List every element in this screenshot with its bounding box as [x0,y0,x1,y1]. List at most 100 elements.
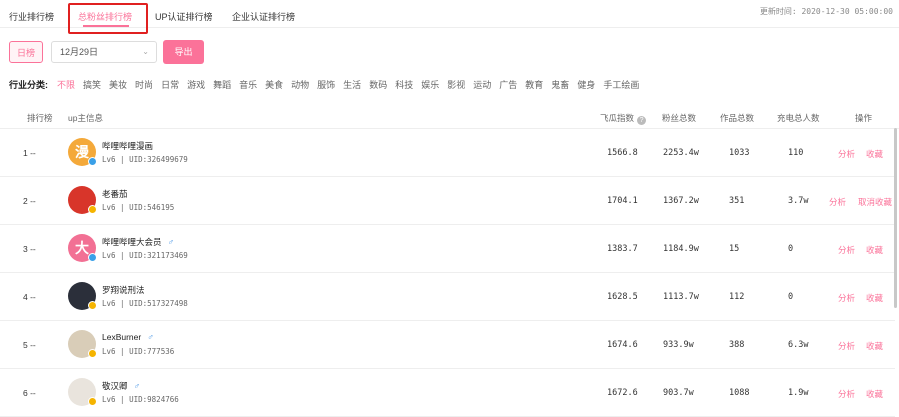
analyze-link[interactable]: 分析 [838,340,855,352]
scrollbar[interactable] [894,128,897,308]
date-select-value: 12月29日 [60,47,99,57]
header-feigua-index: 飞瓜指数? [600,112,647,125]
category-item[interactable]: 服饰 [317,78,335,91]
header-up-info: up主信息 [68,113,103,123]
table-row: 5 -- LexBurner ♂ Lv6 | UID:777536 1674.6 933.… [0,320,895,369]
category-item[interactable]: 生活 [343,78,361,91]
rank-value: 2 -- [23,196,36,206]
up-name[interactable]: 敬汉卿 ♂ [102,380,140,392]
tab-total-fans-ranking[interactable]: 总粉丝排行榜 [78,10,132,23]
feigua-index-value: 1704.1 [607,196,638,206]
up-name[interactable]: LexBurner ♂ [102,332,154,342]
works-value: 112 [729,292,745,302]
verified-badge-icon [88,397,97,406]
favorite-link[interactable]: 收藏 [866,340,883,352]
category-item[interactable]: 时尚 [135,78,153,91]
fans-value: 1367.2w [663,196,699,206]
verified-badge-icon [88,157,97,166]
category-item[interactable]: 手工绘画 [603,78,639,91]
category-label: 行业分类: [9,80,48,90]
header-charge: 充电总人数 [777,113,820,123]
category-item[interactable]: 科技 [395,78,413,91]
up-level-uid: Lv6 | UID:321173469 [102,251,188,260]
export-button[interactable]: 导出 [163,40,204,64]
category-item[interactable]: 日常 [161,78,179,91]
category-item[interactable]: 动物 [291,78,309,91]
category-item[interactable]: 舞蹈 [213,78,231,91]
up-name-text: LexBurner [102,332,142,342]
tab-up-certified-ranking[interactable]: UP认证排行榜 [155,10,213,23]
up-name-text: 敬汉卿 [102,381,128,391]
favorite-link[interactable]: 收藏 [866,148,883,160]
category-item[interactable]: 搞笑 [83,78,101,91]
table-row: 2 -- 老番茄 Lv6 | UID:546195 1704.1 1367.2w 351 3… [0,176,895,225]
category-item[interactable]: 游戏 [187,78,205,91]
analyze-link[interactable]: 分析 [838,148,855,160]
tab-industry-ranking[interactable]: 行业排行榜 [9,10,54,23]
category-item[interactable]: 美妆 [109,78,127,91]
fans-value: 903.7w [663,388,694,398]
charge-value: 6.3w [788,340,809,350]
daily-ranking-button[interactable]: 日榜 [9,41,43,63]
help-icon[interactable]: ? [637,116,647,125]
rank-value: 1 -- [23,148,36,158]
rank-value: 6 -- [23,388,36,398]
rank-value: 3 -- [23,244,36,254]
header-feigua-label: 飞瓜指数 [600,113,635,123]
date-select[interactable]: 12月29日 ⌄ [51,41,157,63]
up-name[interactable]: 哔哩哔哩大会员 ♂ [102,236,174,248]
up-name[interactable]: 罗翔说刑法 [102,284,145,296]
rank-value: 5 -- [23,340,36,350]
analyze-link[interactable]: 分析 [838,388,855,400]
category-item[interactable]: 音乐 [239,78,257,91]
table-row: 6 -- 敬汉卿 ♂ Lv6 | UID:9824766 1672.6 903.7w 108… [0,368,895,417]
verified-badge-icon [88,301,97,310]
up-name[interactable]: 哔哩哔哩漫画 [102,140,153,152]
category-item[interactable]: 美食 [265,78,283,91]
works-value: 351 [729,196,745,206]
male-gender-icon: ♂ [167,237,175,247]
male-gender-icon: ♂ [147,332,154,342]
favorite-link[interactable]: 收藏 [866,292,883,304]
charge-value: 1.9w [788,388,809,398]
favorite-link[interactable]: 收藏 [866,244,883,256]
analyze-link[interactable]: 分析 [829,196,846,208]
category-item[interactable]: 健身 [577,78,595,91]
tab-enterprise-certified-ranking[interactable]: 企业认证排行榜 [232,10,295,23]
up-level-uid: Lv6 | UID:326499679 [102,155,188,164]
feigua-index-value: 1566.8 [607,148,638,158]
header-rank: 排行榜 [27,113,53,123]
up-name-text: 老番茄 [102,189,128,199]
charge-value: 0 [788,292,794,302]
works-value: 388 [729,340,745,350]
works-value: 1033 [729,148,750,158]
feigua-index-value: 1383.7 [607,244,638,254]
category-item[interactable]: 鬼畜 [551,78,569,91]
category-item[interactable]: 娱乐 [421,78,439,91]
charge-value: 110 [788,148,804,158]
category-item[interactable]: 运动 [473,78,491,91]
fans-value: 933.9w [663,340,694,350]
feigua-index-value: 1628.5 [607,292,638,302]
verified-badge-icon [88,349,97,358]
up-name[interactable]: 老番茄 [102,188,128,200]
up-name-text: 哔哩哔哩大会员 [102,237,162,247]
verified-badge-icon [88,253,97,262]
header-works: 作品总数 [720,113,755,123]
fans-value: 1184.9w [663,244,699,254]
category-item[interactable]: 广告 [499,78,517,91]
feigua-index-value: 1672.6 [607,388,638,398]
favorite-link[interactable]: 收藏 [866,388,883,400]
header-fans: 粉丝总数 [662,113,697,123]
up-level-uid: Lv6 | UID:777536 [102,347,175,356]
male-gender-icon: ♂ [133,381,141,391]
analyze-link[interactable]: 分析 [838,244,855,256]
fans-value: 2253.4w [663,148,699,158]
ranking-tabs: 行业排行榜 总粉丝排行榜 UP认证排行榜 企业认证排行榜 更新时间: 2020-… [0,0,899,34]
category-item-all[interactable]: 不限 [57,78,75,91]
analyze-link[interactable]: 分析 [838,292,855,304]
category-item[interactable]: 教育 [525,78,543,91]
category-item[interactable]: 数码 [369,78,387,91]
category-item[interactable]: 影视 [447,78,465,91]
favorite-link[interactable]: 取消收藏 [858,196,892,208]
